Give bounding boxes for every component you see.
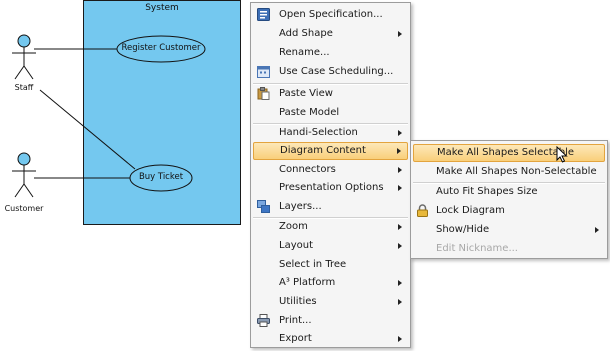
submenu-arrow-icon (595, 227, 599, 233)
menu-item-utilities[interactable]: Utilities (251, 293, 410, 311)
menu-item-label: Auto Fit Shapes Size (436, 186, 538, 197)
actor-label-customer: Customer (4, 204, 44, 213)
menu-item-show-hide[interactable]: Show/Hide (411, 221, 607, 239)
submenu-arrow-icon (398, 185, 402, 191)
menu-item-open-specification[interactable]: Open Specification... (251, 6, 410, 24)
menu-item-label: Paste Model (279, 107, 340, 118)
menu-item-paste-view[interactable]: Paste View (251, 85, 410, 103)
menu-item-label: Make All Shapes Non-Selectable (436, 166, 597, 177)
submenu-arrow-icon (397, 148, 401, 154)
submenu-arrow-icon (398, 167, 402, 173)
menu-item-auto-fit-shapes-size[interactable]: Auto Fit Shapes Size (411, 183, 607, 201)
diagram-content-submenu: Make All Shapes Selectable Make All Shap… (410, 140, 608, 259)
printer-icon (257, 314, 270, 327)
menu-item-handi-selection[interactable]: Handi-Selection (251, 124, 410, 142)
menu-item-make-all-shapes-selectable[interactable]: Make All Shapes Selectable (413, 144, 605, 162)
menu-item-select-in-tree[interactable]: Select in Tree (251, 256, 410, 274)
menu-item-add-shape[interactable]: Add Shape (251, 25, 410, 43)
use-case-label-buy-ticket: Buy Ticket (138, 172, 184, 182)
submenu-arrow-icon (398, 280, 402, 286)
menu-item-label: Lock Diagram (436, 205, 505, 216)
submenu-arrow-icon (398, 243, 402, 249)
association-staff-buy (39, 89, 136, 170)
menu-item-diagram-content[interactable]: Diagram Content (253, 142, 408, 160)
use-case-label-register-customer: Register Customer (121, 43, 201, 53)
specification-icon (257, 8, 270, 21)
menu-item-label: Select in Tree (279, 259, 347, 270)
lock-icon (417, 204, 428, 217)
menu-item-lock-diagram[interactable]: Lock Diagram (411, 202, 607, 220)
actor-label-staff: Staff (14, 83, 34, 92)
menu-item-export[interactable]: Export (251, 330, 410, 348)
menu-item-label: Presentation Options (279, 182, 384, 193)
submenu-arrow-icon (398, 130, 402, 136)
menu-item-make-all-shapes-non-selectable[interactable]: Make All Shapes Non-Selectable (411, 163, 607, 181)
layers-icon (257, 200, 270, 213)
menu-item-label: Edit Nickname... (436, 243, 518, 254)
menu-item-layers[interactable]: Layers... (251, 198, 410, 216)
menu-item-label: Open Specification... (279, 9, 383, 20)
menu-item-label: Paste View (279, 88, 333, 99)
menu-item-label: Export (279, 333, 312, 344)
submenu-arrow-icon (398, 336, 402, 342)
menu-item-label: Zoom (279, 221, 308, 232)
menu-item-label: Connectors (279, 164, 336, 175)
menu-item-label: Print... (279, 315, 312, 326)
menu-item-label: Layout (279, 240, 313, 251)
menu-item-print[interactable]: Print... (251, 312, 410, 330)
menu-item-label: Utilities (279, 296, 317, 307)
menu-item-label: Handi-Selection (279, 127, 358, 138)
menu-item-label: Rename... (279, 47, 330, 58)
menu-item-label: Show/Hide (436, 224, 490, 235)
menu-item-label: Layers... (279, 201, 322, 212)
actor-customer[interactable] (12, 152, 36, 198)
mouse-cursor-icon (556, 146, 568, 163)
menu-item-edit-nickname: Edit Nickname... (411, 240, 607, 258)
scheduling-icon (257, 66, 270, 78)
menu-item-label: Add Shape (279, 28, 333, 39)
menu-item-connectors[interactable]: Connectors (251, 161, 410, 179)
menu-item-label: A³ Platform (279, 277, 336, 288)
submenu-arrow-icon (398, 31, 402, 37)
menu-item-label: Use Case Scheduling... (279, 66, 394, 77)
menu-item-layout[interactable]: Layout (251, 237, 410, 255)
actor-staff[interactable] (12, 34, 36, 80)
menu-item-label: Make All Shapes Selectable (437, 147, 575, 158)
submenu-arrow-icon (398, 224, 402, 230)
paste-icon (257, 87, 270, 100)
menu-item-zoom[interactable]: Zoom (251, 218, 410, 236)
menu-item-label: Diagram Content (280, 145, 366, 156)
menu-item-a3-platform[interactable]: A³ Platform (251, 274, 410, 292)
menu-item-presentation-options[interactable]: Presentation Options (251, 179, 410, 197)
context-menu: Open Specification... Add Shape Rename..… (250, 2, 411, 348)
menu-item-rename[interactable]: Rename... (251, 44, 410, 62)
submenu-arrow-icon (398, 299, 402, 305)
menu-item-use-case-scheduling[interactable]: Use Case Scheduling... (251, 63, 410, 81)
use-case-diagram[interactable]: System Staff Customer Register Customer … (0, 0, 250, 351)
menu-item-paste-model[interactable]: Paste Model (251, 104, 410, 122)
